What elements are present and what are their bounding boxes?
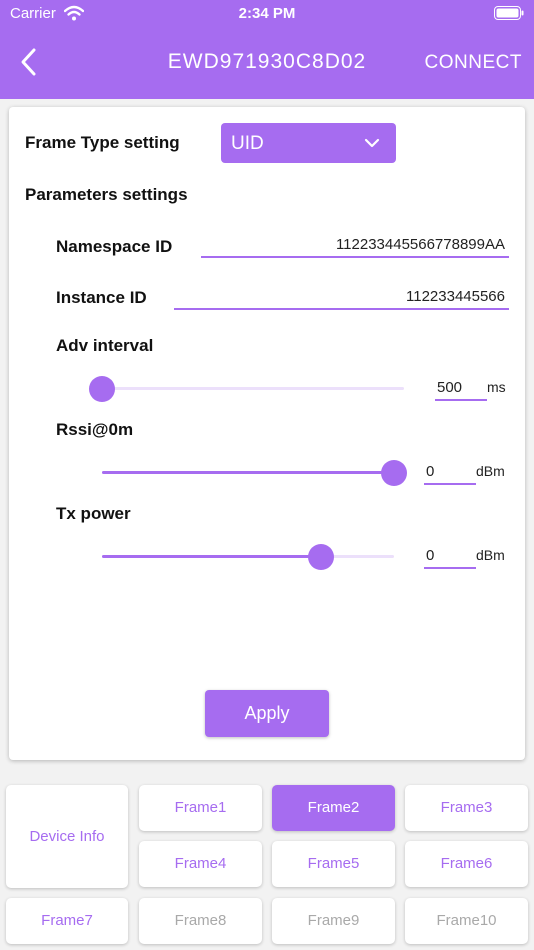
rssi-slider[interactable] <box>102 460 407 486</box>
namespace-id-field[interactable]: 112233445566778899AA <box>201 232 509 258</box>
status-time: 2:34 PM <box>238 5 296 22</box>
namespace-id-value: 112233445566778899AA <box>335 236 505 253</box>
adv-interval-input[interactable]: 500 <box>435 375 487 401</box>
tx-power-label: Tx power <box>56 504 131 523</box>
adv-interval-unit: ms <box>487 379 506 395</box>
instance-id-value: 112233445566 <box>406 288 505 305</box>
tx-power-slider-fill <box>102 555 321 558</box>
adv-interval-slider-thumb[interactable] <box>89 376 115 402</box>
adv-interval-slider[interactable] <box>89 376 404 402</box>
tx-power-unit: dBm <box>476 547 505 563</box>
tx-power-slider[interactable] <box>102 544 394 570</box>
settings-card: Frame Type setting UID Parameters settin… <box>9 107 525 760</box>
tx-power-slider-thumb[interactable] <box>308 544 334 570</box>
rssi-slider-thumb[interactable] <box>381 460 407 486</box>
apply-button[interactable]: Apply <box>205 690 329 737</box>
tab-frame8[interactable]: Frame8 <box>139 898 262 944</box>
tab-frame7[interactable]: Frame7 <box>6 898 128 944</box>
chevron-down-icon <box>364 138 380 148</box>
rssi-unit: dBm <box>476 463 505 479</box>
tab-frame1[interactable]: Frame1 <box>139 785 262 831</box>
frame-type-select[interactable]: UID <box>221 123 396 163</box>
battery-icon <box>494 6 524 20</box>
tab-frame9[interactable]: Frame9 <box>272 898 395 944</box>
rssi-input[interactable]: 0 <box>424 459 476 485</box>
adv-interval-label: Adv interval <box>56 336 154 355</box>
tab-frame5[interactable]: Frame5 <box>272 841 395 887</box>
tab-device-info[interactable]: Device Info <box>6 785 128 888</box>
tab-frame4[interactable]: Frame4 <box>139 841 262 887</box>
rssi-slider-fill <box>102 471 394 474</box>
app-header: Carrier 2:34 PM EWD971930C8D02 CONNECT <box>0 0 534 99</box>
tx-power-input[interactable]: 0 <box>424 543 476 569</box>
tab-frame2[interactable]: Frame2 <box>272 785 395 831</box>
instance-id-field[interactable]: 112233445566 <box>174 284 509 310</box>
frame-type-value: UID <box>231 133 264 154</box>
connect-button[interactable]: CONNECT <box>425 52 522 74</box>
parameters-label: Parameters settings <box>25 185 188 204</box>
namespace-id-label: Namespace ID <box>56 237 173 256</box>
instance-id-label: Instance ID <box>56 288 147 307</box>
tab-frame3[interactable]: Frame3 <box>405 785 528 831</box>
rssi-label: Rssi@0m <box>56 420 134 439</box>
tab-frame6[interactable]: Frame6 <box>405 841 528 887</box>
tab-frame10[interactable]: Frame10 <box>405 898 528 944</box>
frame-type-label: Frame Type setting <box>25 133 180 152</box>
